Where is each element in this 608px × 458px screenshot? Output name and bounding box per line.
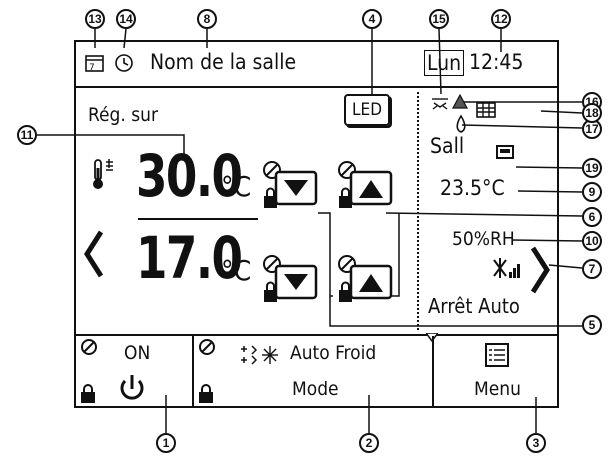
set-temp-label: Rég. sur [88, 104, 159, 126]
on-off-state: ON [124, 342, 151, 364]
next-page-arrow[interactable] [529, 244, 553, 296]
fan-speed-icon [451, 92, 469, 110]
mode-button[interactable]: Auto Froid Mode [194, 336, 432, 408]
lock-icon [80, 384, 96, 404]
set-temp-cool-unit: °C [221, 170, 252, 203]
sensor-icon [496, 144, 516, 162]
menu-button[interactable]: Menu [434, 336, 557, 408]
set-temp-heat-unit: °C [221, 254, 252, 287]
header-divider [76, 86, 557, 88]
temp-divider [138, 218, 258, 220]
ventilation-icon [452, 114, 470, 134]
heat-up-button[interactable] [337, 254, 395, 310]
vane-icon [429, 94, 453, 112]
mode-value: Auto Froid [290, 342, 377, 364]
room-label: Sall [430, 134, 465, 158]
day-of-week: Lun [424, 50, 465, 76]
thermometer-icon [87, 156, 123, 192]
cool-up-button[interactable] [337, 160, 395, 216]
louver-icon [492, 256, 528, 284]
room-name: Nom de la salle [150, 50, 297, 74]
clock-time: 12:45 [469, 50, 524, 74]
mode-label: Mode [292, 378, 339, 400]
cool-down-button[interactable] [262, 160, 320, 216]
svg-text:7: 7 [89, 63, 95, 73]
led-button[interactable]: LED [344, 94, 390, 126]
room-temperature: 23.5°C [440, 176, 505, 200]
power-icon [116, 372, 148, 404]
lock-icon [198, 384, 214, 404]
heat-down-button[interactable] [262, 254, 320, 310]
clock-icon [113, 52, 135, 74]
panel-divider [417, 92, 419, 330]
menu-list-icon [484, 342, 510, 368]
filter-icon [476, 101, 496, 119]
auto-off-label: Arrêt Auto [428, 294, 520, 318]
weekly-timer-icon: 7 [84, 52, 106, 74]
room-humidity: 50%RH [452, 228, 515, 250]
prohibited-icon [80, 338, 98, 356]
on-off-button[interactable]: ON [76, 336, 192, 408]
menu-label: Menu [474, 378, 521, 400]
auto-cool-mode-icon [238, 344, 284, 366]
previous-page-arrow[interactable] [81, 228, 105, 280]
prohibited-icon [198, 338, 216, 356]
